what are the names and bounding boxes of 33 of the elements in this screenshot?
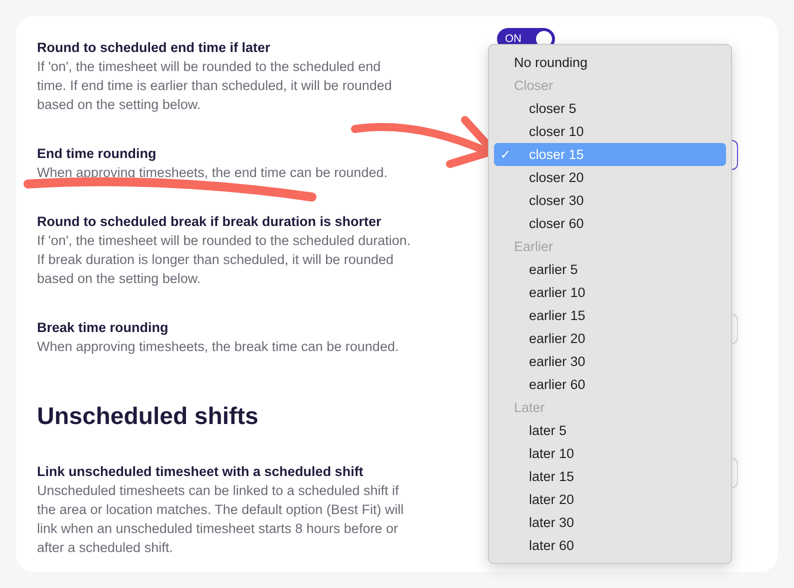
menu-option[interactable]: closer 20 xyxy=(494,166,726,189)
menu-option[interactable]: closer 30 xyxy=(494,189,726,212)
menu-option[interactable]: closer 60 xyxy=(494,212,726,235)
menu-option[interactable]: earlier 15 xyxy=(494,304,726,327)
menu-option[interactable]: closer 10 xyxy=(494,120,726,143)
setting-description: When approving timesheets, the end time can be rounded. xyxy=(37,164,388,182)
menu-option[interactable]: later 20 xyxy=(494,488,726,511)
setting-title: Link unscheduled timesheet with a scheduled shift xyxy=(37,463,364,481)
menu-option[interactable]: later 60 xyxy=(494,534,726,557)
setting-description: Unscheduled timesheets can be linked to a scheduled shift if the area or location matches. The default option (Best Fit) will link when an unscheduled timesheet starts 8 hours before or after a scheduled shift. xyxy=(37,482,405,557)
menu-option[interactable]: later 10 xyxy=(494,442,726,465)
menu-option[interactable]: later 5 xyxy=(494,419,726,442)
menu-option[interactable]: earlier 20 xyxy=(494,327,726,350)
setting-title: Break time rounding xyxy=(37,319,170,337)
group-label: Earlier xyxy=(513,238,554,256)
setting-description: If 'on', the timesheet will be rounded to the scheduled duration. If break duration is longer than scheduled, it will be rounded based on the setting below. xyxy=(37,232,412,288)
section-heading: Unscheduled shifts xyxy=(37,402,258,432)
menu-option[interactable]: earlier 5 xyxy=(494,258,726,281)
setting-description: If 'on', the timesheet will be rounded to the scheduled end time. If end time is earlier than scheduled, it will be rounded based on the setting below. xyxy=(37,58,393,114)
check-icon: ✓ xyxy=(500,143,511,166)
menu-option[interactable]: later 30 xyxy=(494,511,726,534)
menu-option[interactable]: earlier 30 xyxy=(494,350,726,373)
menu-option[interactable]: later 15 xyxy=(494,465,726,488)
setting-description: When approving timesheets, the break time can be rounded. xyxy=(37,338,400,356)
menu-option[interactable]: closer 5 xyxy=(494,97,726,120)
setting-title: End time rounding xyxy=(37,145,158,163)
setting-title: Round to scheduled break if break duration is shorter xyxy=(37,213,382,231)
menu-option[interactable]: earlier 10 xyxy=(494,281,726,304)
menu-option[interactable]: No rounding xyxy=(494,51,726,74)
group-label: Closer xyxy=(513,77,554,95)
group-label: Later xyxy=(513,399,546,417)
setting-title: Round to scheduled end time if later xyxy=(37,39,272,57)
menu-option[interactable]: earlier 60 xyxy=(494,373,726,396)
